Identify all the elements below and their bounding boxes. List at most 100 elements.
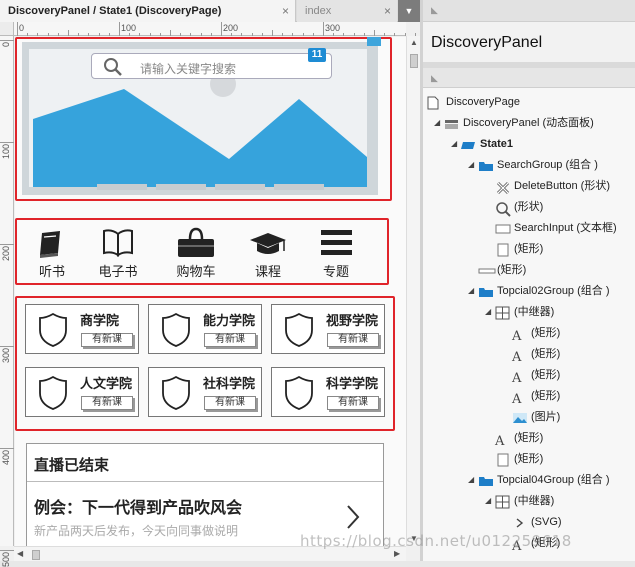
outline-label: (矩形) xyxy=(514,453,544,465)
academy-card[interactable]: 社科学院 有新课 xyxy=(148,367,262,417)
ruler-label: 100 xyxy=(1,144,11,160)
scroll-thumb[interactable] xyxy=(410,54,418,68)
expand-toggle-icon[interactable]: ◢ xyxy=(468,470,478,490)
carousel-dot[interactable] xyxy=(97,184,147,190)
ruler-tick xyxy=(210,33,212,36)
outline-row[interactable]: ◢ (中继器) xyxy=(423,302,635,322)
expand-toggle-icon[interactable]: ◢ xyxy=(468,281,478,301)
outline-row[interactable]: (矩形) xyxy=(423,239,635,259)
academy-name: 科学学院 xyxy=(326,377,379,392)
ruler-tick xyxy=(0,550,14,551)
academy-card[interactable]: 人文学院 有新课 xyxy=(25,367,139,417)
outline-row[interactable]: ◢ State1 xyxy=(423,134,635,154)
expand-toggle-icon[interactable]: ◢ xyxy=(485,491,495,511)
new-course-button[interactable]: 有新课 xyxy=(81,333,133,347)
new-course-button[interactable]: 有新课 xyxy=(327,396,379,410)
new-course-button[interactable]: 有新课 xyxy=(81,396,133,410)
ruler-label: 200 xyxy=(1,246,11,262)
shield-icon xyxy=(162,375,190,410)
new-course-button[interactable]: 有新课 xyxy=(204,396,256,410)
outline-row[interactable]: A (矩形) xyxy=(423,323,635,343)
ruler-tick xyxy=(170,30,171,36)
outline-row[interactable]: (图片) xyxy=(423,407,635,427)
chevron-right-icon xyxy=(347,505,360,529)
scroll-right-icon[interactable]: ▶ xyxy=(394,549,400,558)
live-subtitle: 新产品两天后发布，今天向同事做说明 xyxy=(34,524,239,538)
tab-index[interactable]: index × xyxy=(297,0,397,22)
ruler-tick xyxy=(302,33,304,36)
text-icon: A xyxy=(495,434,505,449)
scroll-up-icon[interactable]: ▲ xyxy=(410,38,418,47)
outline-row[interactable]: A (矩形) xyxy=(423,365,635,385)
panel-anchor-marker[interactable] xyxy=(367,37,381,46)
close-icon[interactable]: × xyxy=(282,0,289,22)
outline-row[interactable]: (矩形) xyxy=(423,260,635,280)
new-course-button[interactable]: 有新课 xyxy=(327,333,379,347)
menu-icon xyxy=(321,230,352,255)
ruler-label: 300 xyxy=(1,348,11,364)
ruler-tick xyxy=(292,33,294,36)
collapse-icon[interactable]: ◣ xyxy=(431,5,438,16)
ruler-tick xyxy=(272,30,273,36)
outline-row[interactable]: SearchInput (文本框) xyxy=(423,218,635,238)
outline-row[interactable]: ◢ SearchGroup (组合 ) xyxy=(423,155,635,175)
folder-icon xyxy=(478,285,494,297)
new-course-button[interactable]: 有新课 xyxy=(204,333,256,347)
shopping-bag-icon xyxy=(178,227,214,257)
ruler-tick xyxy=(119,22,120,36)
nav-label: 专题 xyxy=(322,265,349,280)
notification-badge[interactable]: 11 xyxy=(308,48,326,62)
expand-toggle-icon[interactable]: ◢ xyxy=(434,113,444,133)
live-card[interactable]: 直播已结束 例会：下一代得到产品吹风会 新产品两天后发布，今天向同事做说明 xyxy=(26,443,384,546)
expand-toggle-icon[interactable]: ◢ xyxy=(468,155,478,175)
outline-row[interactable]: ◢ (中继器) xyxy=(423,491,635,511)
rectangle-icon xyxy=(495,243,511,257)
outline-row[interactable]: (形状) xyxy=(423,197,635,217)
expand-toggle-icon[interactable]: ◢ xyxy=(451,134,461,154)
vertical-scrollbar[interactable]: ▲ ▼ xyxy=(406,36,420,546)
outline-row[interactable]: ◢ Topcial02Group (组合 ) xyxy=(423,281,635,301)
collapse-icon[interactable]: ◣ xyxy=(431,73,438,84)
magnifier-shape-icon xyxy=(495,201,511,217)
outline-row[interactable]: DeleteButton (形状) xyxy=(423,176,635,196)
outline-row[interactable]: A (矩形) xyxy=(423,344,635,364)
academy-card[interactable]: 商学院 有新课 xyxy=(25,304,139,354)
expand-toggle-icon[interactable]: ◢ xyxy=(485,302,495,322)
academy-card[interactable]: 能力学院 有新课 xyxy=(148,304,262,354)
search-input[interactable]: 请输入关键字搜索 xyxy=(91,53,332,79)
textbox-icon xyxy=(495,222,511,234)
repeater-icon xyxy=(495,306,511,320)
scroll-left-icon[interactable]: ◀ xyxy=(17,549,23,558)
ruler-tick xyxy=(149,33,151,36)
outline-label: (矩形) xyxy=(531,327,561,339)
banner-frame[interactable]: 请输入关键字搜索 11 xyxy=(22,42,378,195)
outline-row[interactable]: A (矩形) xyxy=(423,386,635,406)
tab-discovery-panel[interactable]: DiscoveryPanel / State1 (DiscoveryPage) … xyxy=(0,0,296,22)
carousel-dot[interactable] xyxy=(215,184,265,190)
tab-label: index xyxy=(305,5,332,17)
outline-row[interactable]: DiscoveryPage xyxy=(423,92,635,112)
shield-icon xyxy=(285,312,313,347)
carousel-dot[interactable] xyxy=(274,184,324,190)
divider xyxy=(27,481,383,482)
outline-row[interactable]: (矩形) xyxy=(423,449,635,469)
inspector-pane: ◣ DiscoveryPanel xyxy=(423,0,635,62)
inspector-title: DiscoveryPanel xyxy=(431,34,543,51)
academy-name: 能力学院 xyxy=(203,314,256,329)
shield-icon xyxy=(39,312,67,347)
close-icon[interactable]: × xyxy=(384,0,391,22)
outline-row[interactable]: ◢ Topcial04Group (组合 ) xyxy=(423,470,635,490)
search-icon xyxy=(104,58,122,76)
outline-row[interactable]: (SVG) xyxy=(423,512,635,532)
design-canvas[interactable]: 请输入关键字搜索 11 听书 电子书 购物车 课程 专题 商学院 有新课 能力学… xyxy=(15,37,406,546)
carousel-dot[interactable] xyxy=(156,184,206,190)
outline-row[interactable]: A (矩形) xyxy=(423,428,635,448)
academy-card[interactable]: 视野学院 有新课 xyxy=(271,304,385,354)
tab-dropdown-button[interactable]: ▼ xyxy=(398,0,420,22)
outline-label: DiscoveryPage xyxy=(446,96,520,108)
scroll-thumb[interactable] xyxy=(32,550,40,560)
academy-card[interactable]: 科学学院 有新课 xyxy=(271,367,385,417)
nav-label: 电子书 xyxy=(98,265,138,280)
outline-label: (矩形) xyxy=(531,348,561,360)
outline-row[interactable]: ◢ DiscoveryPanel (动态面板) xyxy=(423,113,635,133)
